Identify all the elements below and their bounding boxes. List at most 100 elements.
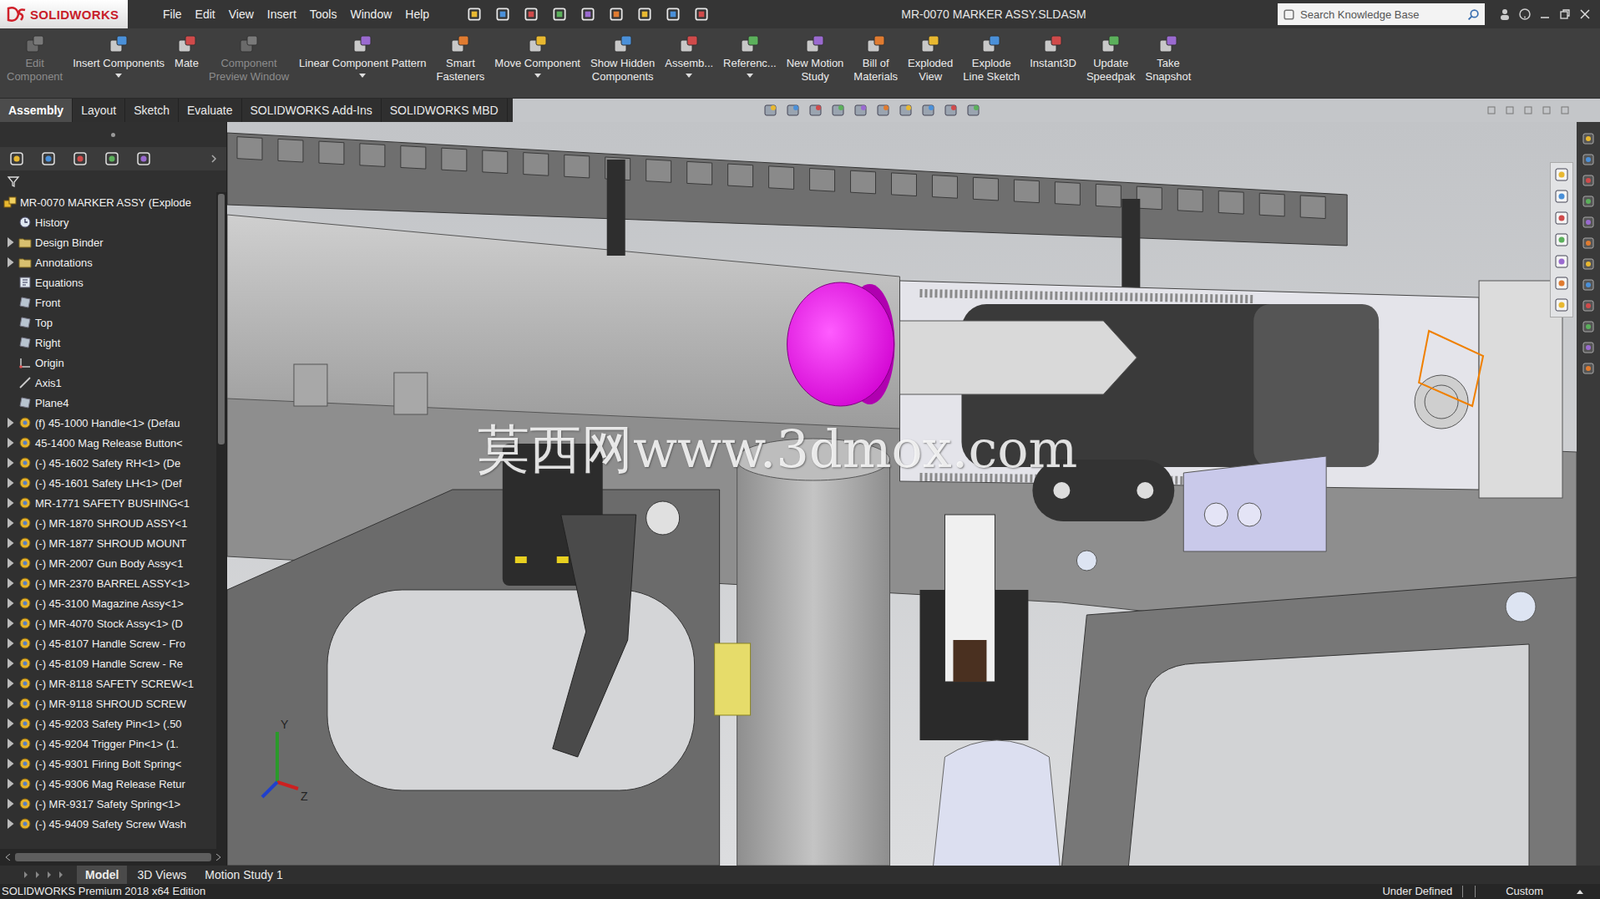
scroll-thumb[interactable]	[217, 193, 225, 445]
command-button[interactable]: SmartFasteners	[431, 30, 491, 97]
tree-item[interactable]: Equations	[0, 272, 217, 293]
notes-icon[interactable]	[1581, 340, 1595, 355]
top-rail[interactable]	[227, 132, 1347, 246]
more-icon[interactable]	[209, 154, 218, 163]
trigger-frame[interactable]	[227, 489, 720, 866]
dropdown-arrow-icon[interactable]	[685, 73, 693, 78]
section-view-icon[interactable]	[830, 102, 846, 118]
command-button[interactable]: Instant3D	[1024, 30, 1082, 97]
rail-screw[interactable]	[1121, 198, 1140, 295]
command-tab[interactable]: Layout	[72, 98, 126, 122]
tree-item[interactable]: Axis1	[0, 372, 217, 393]
horizontal-scrollbar[interactable]	[0, 848, 227, 866]
restore-icon[interactable]	[1558, 7, 1572, 21]
tree-item[interactable]: Plane4	[0, 392, 217, 413]
safety-spring[interactable]	[646, 501, 680, 535]
menu-item[interactable]: File	[157, 4, 188, 25]
command-button[interactable]: Bill ofMaterials	[848, 30, 903, 97]
expand-arrow-icon[interactable]	[5, 758, 16, 769]
new-file-icon[interactable]	[494, 5, 512, 23]
expand-arrow-icon[interactable]	[5, 557, 16, 568]
split-view-icon[interactable]	[1486, 105, 1497, 116]
search-icon[interactable]	[1467, 8, 1480, 21]
prev-tab-icon[interactable]	[33, 870, 42, 879]
save-icon[interactable]	[551, 5, 568, 23]
command-tab[interactable]: SOLIDWORKS Add-Ins	[242, 98, 382, 122]
tree-item[interactable]: (-) 45-9306 Mag Release Retur	[0, 773, 217, 794]
expand-arrow-icon[interactable]	[5, 818, 16, 829]
menu-item[interactable]: Tools	[304, 4, 343, 25]
command-button[interactable]: ExplodedView	[902, 30, 958, 97]
expand-arrow-icon[interactable]	[5, 237, 16, 248]
model-tab[interactable]: Model	[76, 865, 127, 884]
motion-icon[interactable]	[1581, 278, 1595, 292]
undo-icon[interactable]	[607, 5, 625, 23]
tree-item[interactable]: (-) MR-9118 SHROUD SCREW	[0, 693, 217, 714]
tree-item[interactable]: (f) 45-1000 Handle<1> (Defau	[0, 412, 217, 433]
panel-handle[interactable]	[0, 121, 227, 147]
custom-properties-icon[interactable]	[1553, 296, 1570, 314]
command-button[interactable]: New MotionStudy	[781, 30, 850, 97]
command-button[interactable]: Show HiddenComponents	[585, 30, 660, 97]
appearances-icon[interactable]	[1553, 274, 1570, 292]
barrel-shroud[interactable]	[227, 214, 901, 429]
tree-item[interactable]: (-) MR-9317 Safety Spring<1>	[0, 793, 217, 814]
resources-icon[interactable]	[1553, 187, 1570, 205]
command-button[interactable]: ComponentPreview Window	[203, 30, 294, 97]
lavender-block[interactable]	[1183, 455, 1327, 552]
firing-bolt[interactable]	[900, 320, 1138, 395]
rebuild-icon[interactable]	[664, 5, 682, 23]
maximize-icon[interactable]	[1541, 105, 1552, 116]
toolbox-icon[interactable]	[1581, 194, 1595, 208]
command-button[interactable]: Assemb...	[659, 30, 719, 97]
scene-icon[interactable]	[943, 102, 959, 118]
tree-item[interactable]: Origin	[0, 352, 217, 373]
tree-item[interactable]: (-) 45-1601 Safety LH<1> (Def	[0, 472, 217, 493]
home-icon[interactable]	[1553, 166, 1570, 183]
scroll-thumb[interactable]	[15, 852, 212, 861]
properties-icon[interactable]	[1581, 257, 1595, 271]
graphics-area[interactable]: YZ莫西网www.3dmox.com	[227, 121, 1577, 866]
tree-item[interactable]: (-) 45-8107 Handle Screw - Fro	[0, 632, 217, 654]
expand-arrow-icon[interactable]	[5, 517, 16, 528]
expand-arrow-icon[interactable]	[5, 497, 16, 508]
command-button[interactable]: Referenc...	[718, 30, 782, 97]
command-button[interactable]: Mate	[169, 30, 204, 97]
expand-arrow-icon[interactable]	[5, 477, 16, 488]
expand-arrow-icon[interactable]	[5, 257, 16, 268]
menu-item[interactable]: Insert	[262, 4, 302, 25]
tree-item[interactable]: (-) MR-2007 Gun Body Assy<1	[0, 552, 217, 573]
appearance-icon[interactable]	[921, 102, 937, 118]
command-tab[interactable]: Sketch	[125, 98, 179, 122]
dropdown-arrow-icon[interactable]	[115, 73, 122, 78]
command-button[interactable]: EditComponent	[1, 30, 68, 97]
close-icon[interactable]	[1578, 7, 1592, 21]
expand-arrow-icon[interactable]	[5, 718, 16, 729]
tree-item[interactable]: (-) MR-4070 Stock Assy<1> (D	[0, 612, 217, 633]
open-icon[interactable]	[522, 5, 540, 23]
expand-arrow-icon[interactable]	[5, 738, 16, 749]
yellow-part[interactable]	[714, 643, 751, 715]
tree-item[interactable]: (-) 45-8109 Handle Screw - Re	[0, 653, 217, 674]
rear-grip-frame[interactable]	[1061, 577, 1577, 866]
tree-item[interactable]: Right	[0, 332, 217, 353]
model-view[interactable]: YZ	[227, 121, 1577, 866]
tree-item[interactable]: (-) MR-2370 BARREL ASSY<1>	[0, 572, 217, 593]
expand-arrow-icon[interactable]	[5, 417, 16, 428]
library-icon[interactable]	[1581, 173, 1595, 188]
command-tab[interactable]: Assembly	[0, 98, 73, 122]
expand-arrow-icon[interactable]	[5, 698, 16, 709]
menu-item[interactable]: Window	[344, 4, 397, 25]
configuration-icon[interactable]	[71, 150, 89, 168]
search-field[interactable]: Search Knowledge Base	[1277, 3, 1485, 26]
close-icon[interactable]	[1559, 105, 1570, 116]
file-explorer-icon[interactable]	[1553, 231, 1570, 249]
tree-item[interactable]: (-) 45-1602 Safety RH<1> (De	[0, 452, 217, 473]
display-settings-icon[interactable]	[966, 102, 982, 118]
model-tab[interactable]: 3D Views	[128, 865, 195, 884]
units-arrow-icon[interactable]	[1576, 889, 1584, 894]
command-tab[interactable]: Evaluate	[178, 98, 242, 122]
scroll-right-icon[interactable]	[214, 853, 222, 861]
design-library-icon[interactable]	[1553, 209, 1570, 227]
hide-show-icon[interactable]	[898, 102, 914, 118]
